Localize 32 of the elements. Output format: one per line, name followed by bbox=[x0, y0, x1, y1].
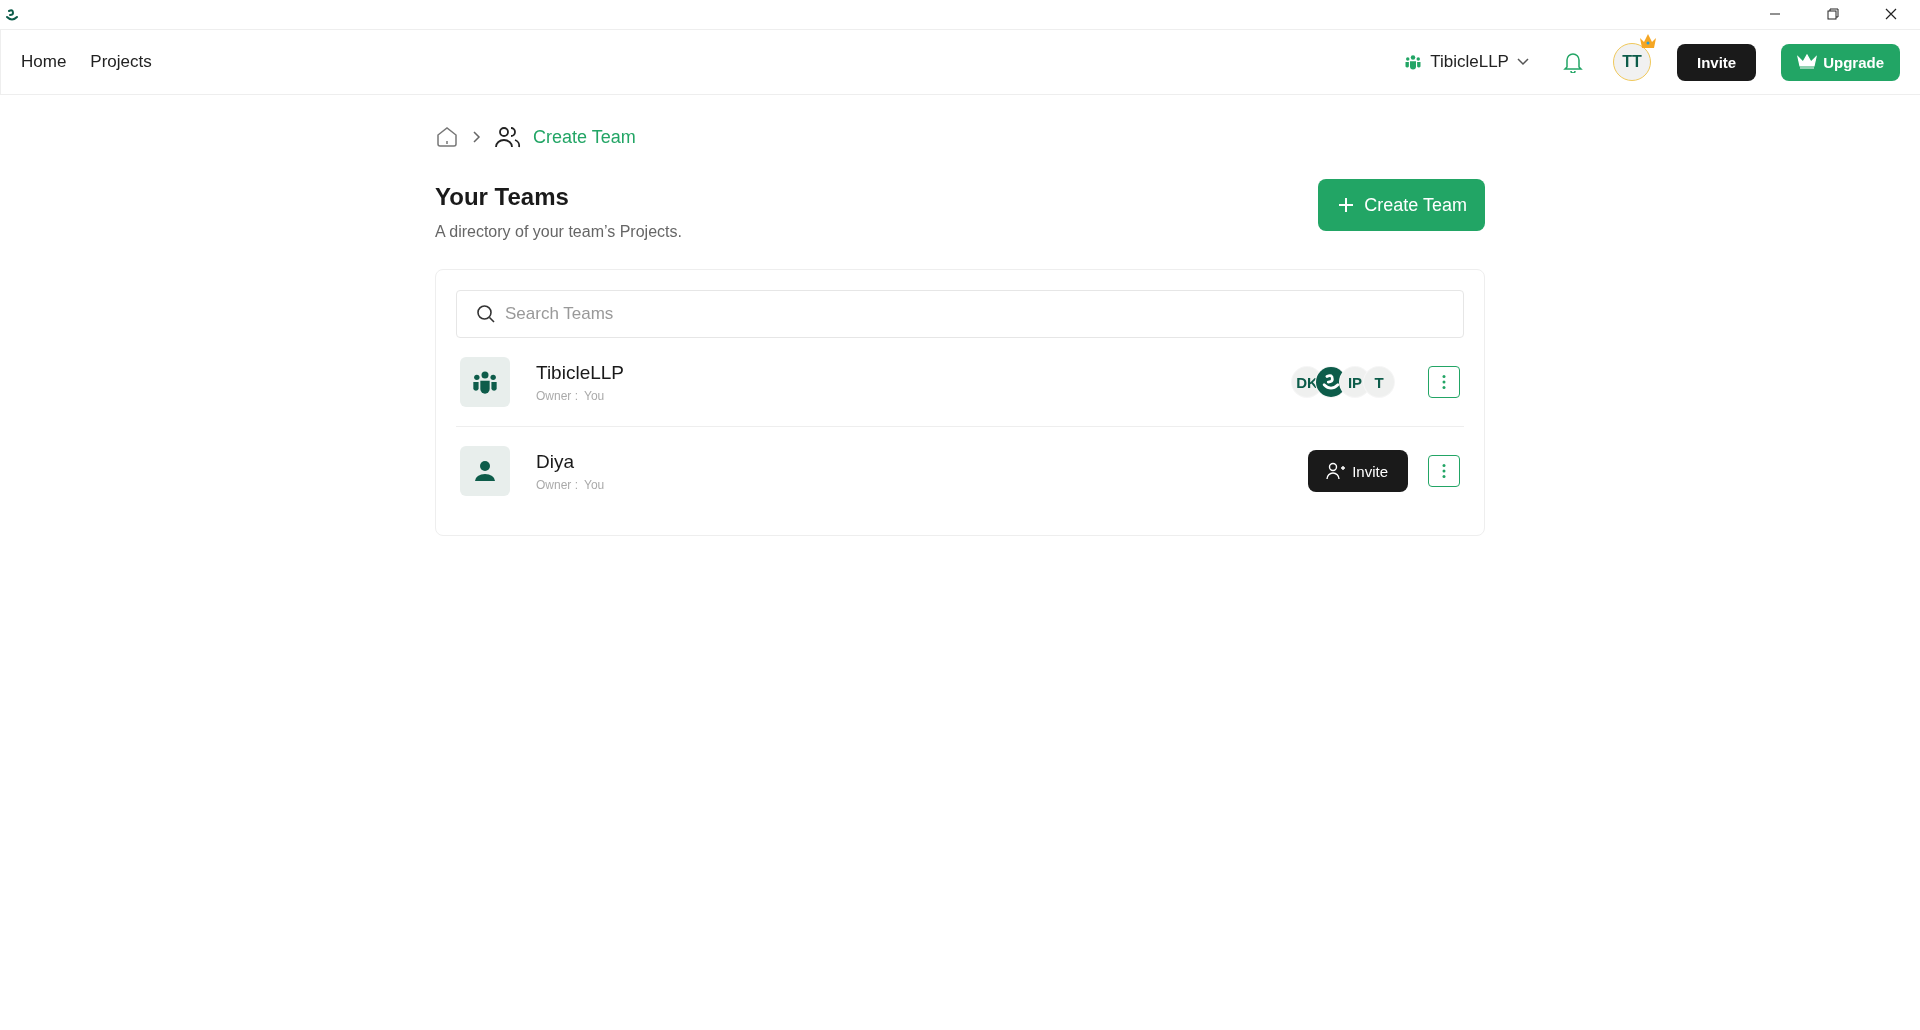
group-icon bbox=[1404, 53, 1423, 71]
nav-link[interactable]: Projects bbox=[90, 52, 152, 72]
add-user-icon bbox=[1326, 462, 1347, 480]
user-avatar[interactable]: TT bbox=[1612, 43, 1651, 81]
chevron-right-icon bbox=[471, 130, 483, 144]
owner-name: You bbox=[584, 388, 605, 403]
owner-label: Owner : bbox=[536, 388, 578, 403]
invite-button[interactable]: Invite bbox=[1308, 450, 1408, 492]
more-icon bbox=[1442, 463, 1446, 479]
home-icon[interactable] bbox=[435, 125, 459, 149]
search-field[interactable]: Search Teams bbox=[456, 290, 1464, 338]
page-subtitle: A directory of your team’s Projects. bbox=[435, 223, 682, 241]
team-name[interactable]: TibicleLLP bbox=[536, 361, 624, 384]
nav-link[interactable]: Home bbox=[21, 52, 67, 72]
crown-icon bbox=[1638, 33, 1657, 49]
team-name[interactable]: Diya bbox=[536, 450, 605, 473]
workspace-dropdown[interactable]: TibicleLLP bbox=[1398, 51, 1535, 73]
more-button[interactable] bbox=[1428, 455, 1460, 487]
chevron-down-icon bbox=[1516, 58, 1529, 66]
users-icon bbox=[495, 125, 521, 149]
invite-button[interactable]: Invite bbox=[1676, 43, 1757, 81]
plus-icon bbox=[1338, 197, 1355, 213]
crown-icon bbox=[1797, 54, 1818, 70]
member-avatar: T bbox=[1364, 367, 1394, 397]
more-icon bbox=[1442, 374, 1446, 390]
app-logo bbox=[4, 6, 20, 23]
page-title: Your Teams bbox=[435, 183, 570, 211]
bell-icon[interactable] bbox=[1562, 51, 1583, 73]
person-icon bbox=[473, 459, 497, 483]
more-button[interactable] bbox=[1428, 366, 1460, 398]
owner-label: Owner : bbox=[536, 477, 578, 492]
owner-name: You bbox=[584, 477, 605, 492]
